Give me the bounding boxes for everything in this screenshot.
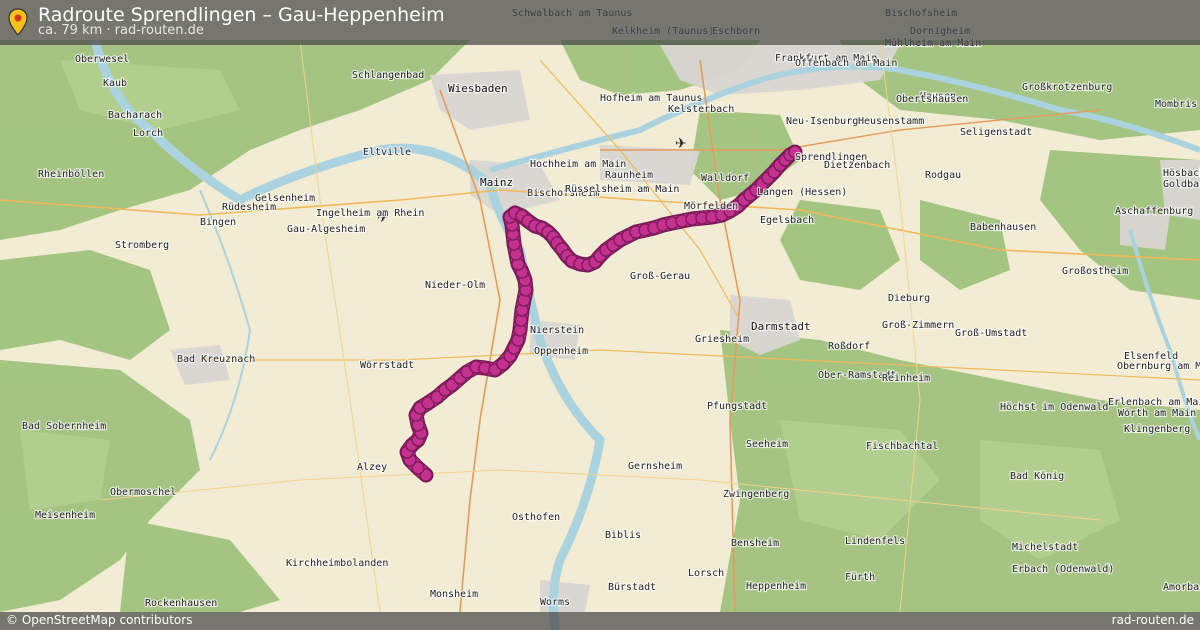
place-label: Obernburg am Main xyxy=(1117,361,1200,372)
place-label: Erbach (Odenwald) xyxy=(1012,564,1114,575)
place-label: Oberwesel xyxy=(75,54,129,65)
place-label: Aschaffenburg xyxy=(1115,206,1193,217)
place-label: Michelstadt xyxy=(1012,542,1078,553)
place-label: Großkrotzenburg xyxy=(1022,82,1112,93)
place-label: Seeheim xyxy=(746,439,788,450)
place-label: Bingen xyxy=(200,217,236,228)
place-label: Biblis xyxy=(605,530,641,541)
place-label: Worms xyxy=(540,597,570,608)
place-label: Reinheim xyxy=(882,373,930,384)
place-label: Bad König xyxy=(1010,471,1064,482)
place-label: Goldbach xyxy=(1163,179,1200,190)
place-label: Großostheim xyxy=(1062,266,1128,277)
place-label: Darmstadt xyxy=(751,320,811,333)
place-label: Heusenstamm xyxy=(858,116,924,127)
place-label: Raunheim xyxy=(605,170,653,181)
place-label: Gau-Algesheim xyxy=(287,224,365,235)
place-label: Obertshausen xyxy=(896,94,968,105)
place-label: Meisenheim xyxy=(35,510,95,521)
place-label: Groß-Zimmern xyxy=(882,320,954,331)
place-label: Schlangenbad xyxy=(352,70,424,81)
place-label: Hochheim am Main xyxy=(530,159,626,170)
place-label: Hösbach xyxy=(1163,168,1200,179)
place-label: Mainz xyxy=(480,176,513,189)
place-label: Rheinböllen xyxy=(38,169,104,180)
place-label: Egelsbach xyxy=(760,215,814,226)
place-label: Heppenheim xyxy=(746,581,806,592)
place-label: Oppenheim xyxy=(534,346,588,357)
place-label: Osthofen xyxy=(512,512,560,523)
place-label: Roßdorf xyxy=(828,341,870,352)
place-label: Langen (Hessen) xyxy=(757,187,847,198)
map-pin-icon xyxy=(8,8,28,36)
brand-link[interactable]: rad-routen.de xyxy=(1112,613,1194,627)
place-label: Bacharach xyxy=(108,110,162,121)
place-label: Bürstadt xyxy=(608,582,656,593)
place-label: Fischbachtal xyxy=(866,441,938,452)
place-label: Griesheim xyxy=(695,334,749,345)
place-label: Alzey xyxy=(357,462,387,473)
osm-attribution[interactable]: © OpenStreetMap contributors xyxy=(6,613,192,627)
place-label: Bad Kreuznach xyxy=(177,354,255,365)
place-label: Amorbach xyxy=(1163,582,1200,593)
route-subtitle: ca. 79 km · rad-routen.de xyxy=(38,23,204,38)
place-label: Nieder-Olm xyxy=(425,280,485,291)
place-label: Pfungstadt xyxy=(707,401,767,412)
place-label: Fürth xyxy=(845,572,875,583)
map-canvas[interactable]: ✈ ✈ Schwalbach am TaunusBischofsheimKelk… xyxy=(0,0,1200,630)
place-label: Groß-Gerau xyxy=(630,271,690,282)
place-label: Rüdesheim xyxy=(222,202,276,213)
place-label: Kaub xyxy=(103,78,127,89)
place-label: Zwingenberg xyxy=(723,489,789,500)
place-label: Wiesbaden xyxy=(448,82,508,95)
place-label: Hofheim am Taunus xyxy=(600,93,702,104)
place-label: Obermoschel xyxy=(110,487,176,498)
place-label: Ingelheim am Rhein xyxy=(316,208,424,219)
place-label: Klingenberg xyxy=(1124,424,1190,435)
place-label: Seligenstadt xyxy=(960,127,1032,138)
place-label: Gernsheim xyxy=(628,461,682,472)
place-label: Kelsterbach xyxy=(668,104,734,115)
place-label: Wörrstadt xyxy=(360,360,414,371)
place-label: Rodgau xyxy=(925,170,961,181)
place-label: Nierstein xyxy=(530,325,584,336)
place-label: Lindenfels xyxy=(845,536,905,547)
place-label: Rockenhausen xyxy=(145,598,217,609)
place-label: Babenhausen xyxy=(970,222,1036,233)
place-label: Eltville xyxy=(363,147,411,158)
place-label: Bensheim xyxy=(731,538,779,549)
place-label: Monsheim xyxy=(430,589,478,600)
place-label: Bad Sobernheim xyxy=(22,421,106,432)
place-label: Offenbach am Main xyxy=(795,58,897,69)
place-label: Mörfelden xyxy=(684,201,738,212)
place-label: Wörth am Main xyxy=(1118,408,1196,419)
place-label: Dieburg xyxy=(888,293,930,304)
place-label: Neu-Isenburg xyxy=(786,116,858,127)
map-footer: © OpenStreetMap contributors rad-routen.… xyxy=(0,612,1200,630)
place-label: Dietzenbach xyxy=(824,160,890,171)
place-label: Erlenbach am Main xyxy=(1108,397,1200,408)
place-label: Groß-Umstadt xyxy=(955,328,1027,339)
place-label: Lorch xyxy=(133,128,163,139)
place-label: Kirchheimbolanden xyxy=(286,558,388,569)
place-label: Walldorf xyxy=(701,173,749,184)
place-label: Rüsselsheim am Main xyxy=(565,184,679,195)
airport-icon: ✈ xyxy=(675,136,687,152)
place-label: Mombris xyxy=(1155,99,1197,110)
place-label: Höchst im Odenwald xyxy=(1000,402,1108,413)
place-label: Stromberg xyxy=(115,240,169,251)
route-header: Radroute Sprendlingen – Gau-Heppenheim c… xyxy=(0,0,1200,45)
place-label: Lorsch xyxy=(688,568,724,579)
